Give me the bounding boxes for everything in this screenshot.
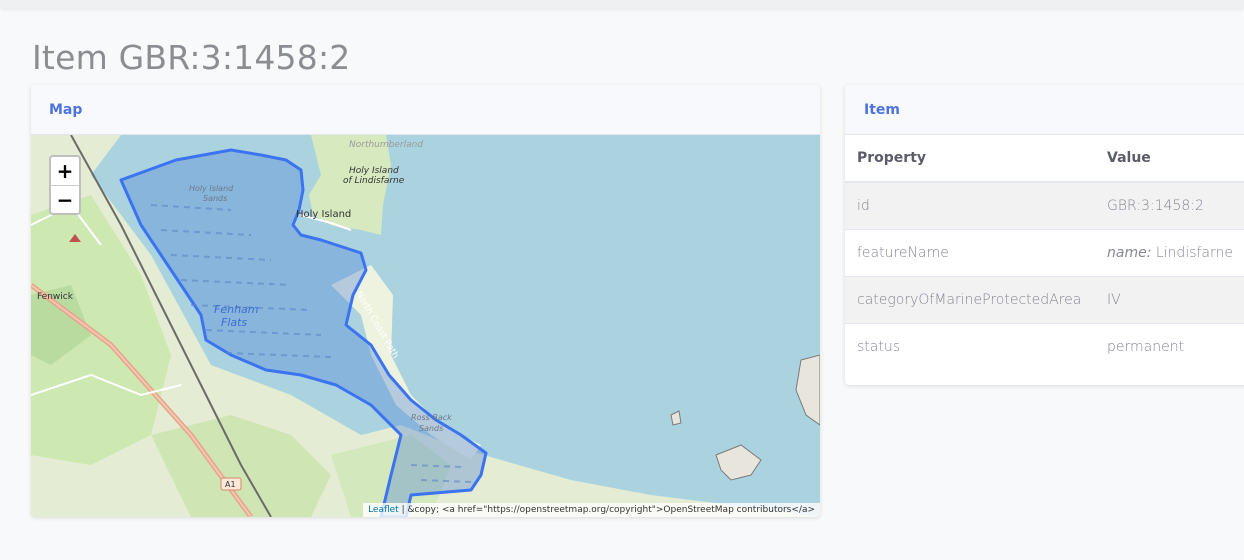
leaflet-link[interactable]: Leaflet [368, 505, 399, 515]
label-fenham: Fenham [214, 303, 259, 316]
label-of-lindisfarne: of Lindisfarne [343, 176, 405, 186]
property-cell: id [845, 181, 1095, 229]
zoom-out-button[interactable]: − [51, 185, 79, 213]
property-cell: featureName [845, 228, 1095, 276]
table-row: id GBR:3:1458:2 [845, 181, 1244, 229]
map-attribution: Leaflet | &copy; <a href="https://openst… [363, 503, 820, 517]
map-view[interactable]: Northumberland Holy Island of Lindisfarn… [31, 135, 820, 517]
map-card-header: Map [31, 85, 820, 135]
map-card-title: Map [49, 101, 83, 118]
value-cell: GBR:3:1458:2 [1095, 181, 1244, 229]
page-title: Item GBR:3:1458:2 [32, 38, 351, 77]
label-ross-back: Ross Back [411, 413, 452, 422]
label-flats: Flats [221, 316, 247, 329]
label-holy-island-sands: Holy Island [189, 184, 234, 193]
label-sands: Sands [203, 194, 227, 203]
label-a1: A1 [225, 480, 236, 489]
table-header-row: Property Value [845, 135, 1244, 183]
properties-table: Property Value id GBR:3:1458:2 featureNa… [845, 135, 1244, 370]
top-navbar [0, 0, 1244, 8]
value-prefix: name: [1107, 244, 1152, 261]
label-ross-sands: Sands [419, 424, 443, 433]
value-cell: name: Lindisfarne [1095, 228, 1244, 276]
value-cell: IV [1095, 275, 1244, 323]
column-header-property: Property [845, 135, 1095, 183]
property-cell: categoryOfMarineProtectedArea [845, 275, 1095, 323]
column-header-value: Value [1095, 135, 1244, 183]
item-card-header: Item [845, 85, 1244, 135]
table-row: featureName name: Lindisfarne [845, 228, 1244, 276]
label-holy-island-village: Holy Island [296, 209, 351, 220]
property-cell: status [845, 322, 1095, 370]
zoom-in-button[interactable]: + [51, 157, 79, 185]
label-northumberland: Northumberland [349, 140, 423, 150]
table-row: status permanent [845, 322, 1244, 370]
label-fenwick: Fenwick [37, 292, 74, 302]
map-card: Map Northumberland Holy Island of Lindis… [31, 85, 820, 517]
item-card: Item Property Value id GBR:3:1458:2 feat… [845, 85, 1244, 385]
table-row: categoryOfMarineProtectedArea IV [845, 275, 1244, 323]
map-tiles[interactable]: Northumberland Holy Island of Lindisfarn… [31, 135, 820, 517]
label-holy-island: Holy Island [349, 166, 399, 176]
zoom-control: + − [49, 155, 81, 215]
attribution-text: | &copy; <a href="https://openstreetmap.… [398, 505, 815, 515]
item-card-title: Item [864, 101, 900, 118]
value-text: Lindisfarne [1151, 244, 1234, 261]
value-cell: permanent [1095, 322, 1244, 370]
